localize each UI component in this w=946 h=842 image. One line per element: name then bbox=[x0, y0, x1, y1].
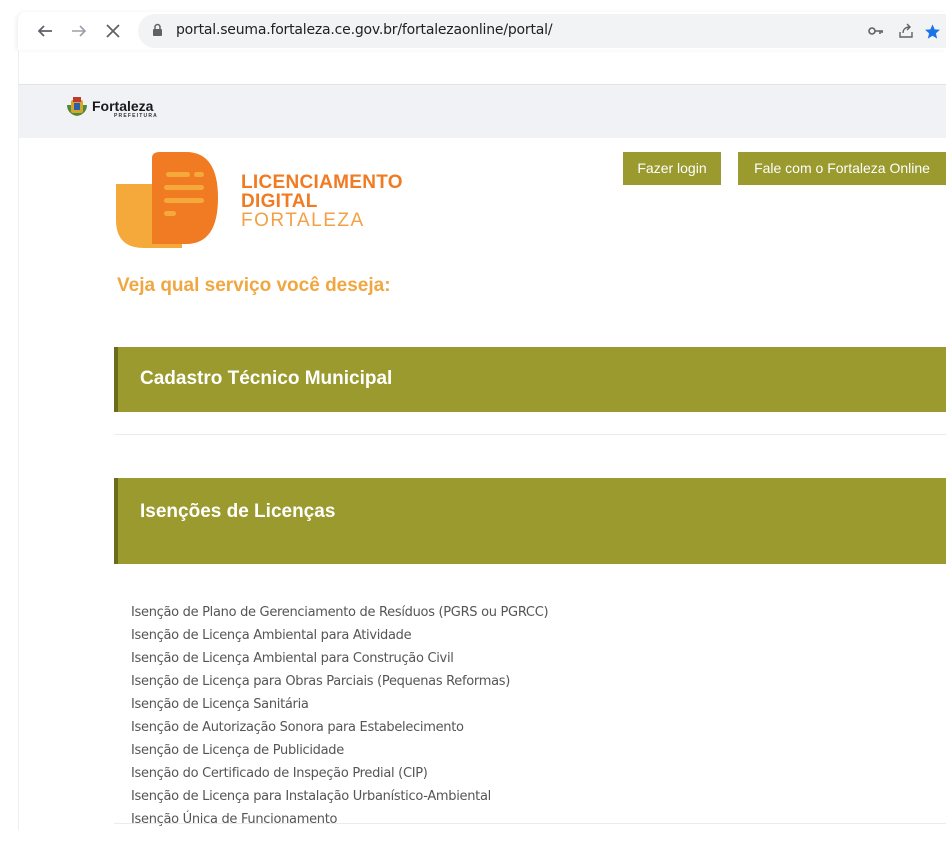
section-divider bbox=[114, 434, 946, 435]
section-title: Cadastro Técnico Municipal bbox=[140, 368, 393, 389]
section-isencoes[interactable]: Isenções de Licenças bbox=[114, 478, 946, 564]
key-icon[interactable] bbox=[866, 22, 886, 40]
logo-line-3: FORTALEZA bbox=[241, 210, 365, 231]
list-item[interactable]: Isenção de Licença Ambiental para Constr… bbox=[131, 650, 548, 673]
address-bar[interactable]: portal.seuma.fortaleza.ce.gov.br/fortale… bbox=[138, 14, 946, 48]
licenciamento-logo-icon bbox=[114, 152, 236, 253]
list-item[interactable]: Isenção de Licença Sanitária bbox=[131, 696, 548, 719]
browser-toolbar: portal.seuma.fortaleza.ce.gov.br/fortale… bbox=[18, 12, 946, 50]
section-divider bbox=[114, 823, 946, 824]
coat-of-arms-icon bbox=[65, 95, 89, 122]
isencoes-list: Isenção de Plano de Gerenciamento de Res… bbox=[131, 604, 549, 834]
forward-arrow-icon[interactable] bbox=[66, 18, 92, 44]
url-text[interactable]: portal.seuma.fortaleza.ce.gov.br/fortale… bbox=[176, 22, 553, 38]
list-item[interactable]: Isenção de Licença de Publicidade bbox=[131, 742, 548, 765]
site-header: Fortaleza PREFEITURA bbox=[19, 85, 946, 138]
brand-name: Fortaleza bbox=[92, 97, 154, 114]
logo-line-2: DIGITAL bbox=[241, 191, 318, 212]
logo-text: LICENCIAMENTO DIGITAL FORTALEZA bbox=[241, 173, 403, 230]
page-prompt: Veja qual serviço você deseja: bbox=[117, 275, 391, 296]
prefeitura-brand[interactable]: Fortaleza PREFEITURA bbox=[65, 95, 158, 122]
contact-button[interactable]: Fale com o Fortaleza Online bbox=[738, 152, 946, 185]
section-title: Isenções de Licenças bbox=[140, 501, 336, 522]
bookmark-star-icon[interactable] bbox=[922, 22, 942, 40]
share-icon[interactable] bbox=[896, 22, 916, 40]
list-item[interactable]: Isenção do Certificado de Inspeção Predi… bbox=[131, 765, 548, 788]
list-item[interactable]: Isenção de Licença Ambiental para Ativid… bbox=[131, 627, 548, 650]
stop-loading-icon[interactable] bbox=[100, 18, 126, 44]
lock-icon[interactable] bbox=[152, 23, 163, 42]
back-arrow-icon[interactable] bbox=[32, 18, 58, 44]
brand-text: Fortaleza PREFEITURA bbox=[92, 99, 158, 119]
section-cadastro-tecnico[interactable]: Cadastro Técnico Municipal bbox=[114, 347, 946, 412]
logo-line-1: LICENCIAMENTO bbox=[241, 172, 403, 193]
window-edge bbox=[18, 50, 19, 830]
list-item[interactable]: Isenção de Licença para Instalação Urban… bbox=[131, 788, 548, 811]
login-button[interactable]: Fazer login bbox=[623, 152, 721, 185]
list-item[interactable]: Isenção de Plano de Gerenciamento de Res… bbox=[131, 604, 549, 627]
list-item[interactable]: Isenção de Autorização Sonora para Estab… bbox=[131, 719, 548, 742]
list-item[interactable]: Isenção de Licença para Obras Parciais (… bbox=[131, 673, 548, 696]
brand-sub: PREFEITURA bbox=[114, 112, 158, 119]
